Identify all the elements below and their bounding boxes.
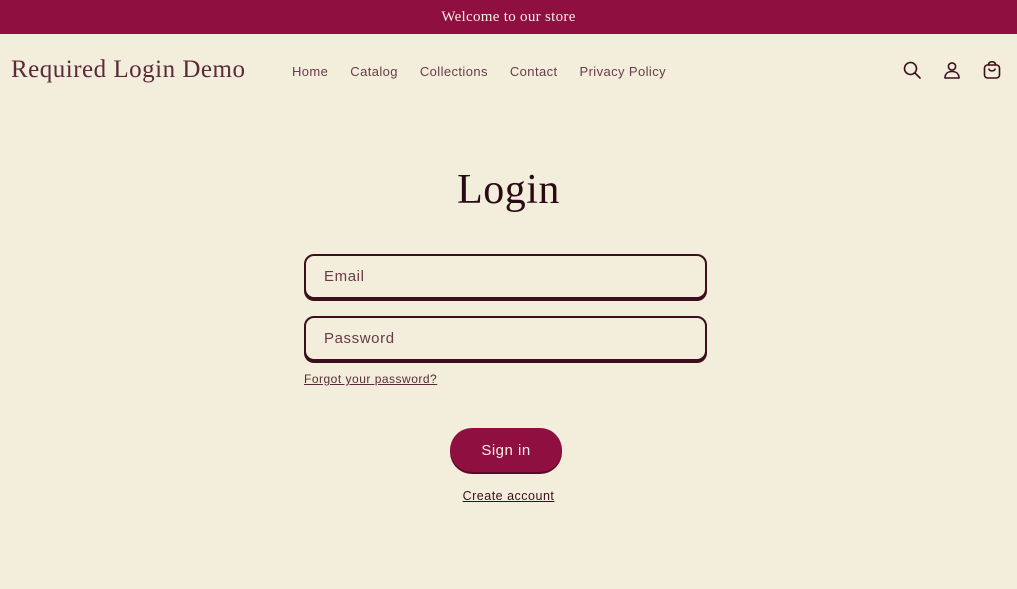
password-field-wrapper bbox=[304, 316, 707, 361]
page-title: Login bbox=[457, 167, 560, 213]
announcement-bar: Welcome to our store bbox=[0, 0, 1017, 34]
search-icon[interactable] bbox=[901, 59, 923, 81]
main-nav: Home Catalog Collections Contact Privacy… bbox=[292, 64, 688, 79]
announcement-text: Welcome to our store bbox=[441, 8, 576, 25]
nav-item-catalog[interactable]: Catalog bbox=[350, 64, 398, 79]
site-header: Required Login Demo Home Catalog Collect… bbox=[0, 35, 1017, 109]
sign-in-button[interactable]: Sign in bbox=[450, 428, 562, 472]
create-account-wrapper: Create account bbox=[0, 489, 1017, 503]
email-field[interactable] bbox=[306, 256, 705, 297]
password-field[interactable] bbox=[306, 318, 705, 359]
nav-item-home[interactable]: Home bbox=[292, 64, 328, 79]
account-icon[interactable] bbox=[941, 59, 963, 81]
nav-item-contact[interactable]: Contact bbox=[510, 64, 558, 79]
email-field-wrapper bbox=[304, 254, 707, 299]
forgot-password-link[interactable]: Forgot your password? bbox=[304, 372, 437, 386]
store-logo[interactable]: Required Login Demo bbox=[11, 56, 245, 84]
nav-item-privacy-policy[interactable]: Privacy Policy bbox=[580, 64, 667, 79]
cart-icon[interactable] bbox=[981, 59, 1003, 81]
header-icons bbox=[901, 59, 1003, 81]
create-account-link[interactable]: Create account bbox=[463, 489, 555, 503]
nav-item-collections[interactable]: Collections bbox=[420, 64, 488, 79]
